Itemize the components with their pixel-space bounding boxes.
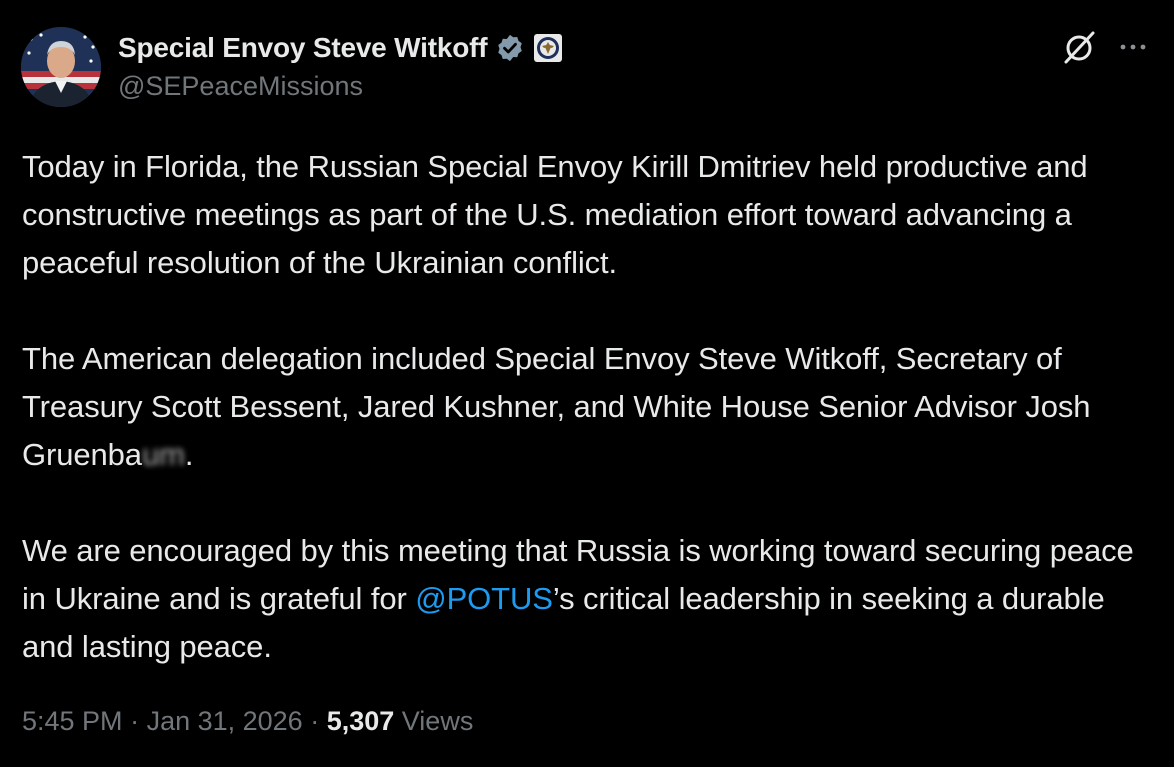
display-name[interactable]: Special Envoy Steve Witkoff <box>118 32 488 64</box>
tweet: Special Envoy Steve Witkoff @SEPeaceMiss… <box>0 0 1174 767</box>
profile-photo-icon <box>21 27 101 107</box>
more-options-icon[interactable] <box>1116 38 1150 56</box>
tweet-text: Today in Florida, the Russian Special En… <box>22 143 1142 671</box>
meta-separator: · <box>122 706 147 736</box>
timestamp-date[interactable]: Jan 31, 2026 <box>147 706 303 736</box>
state-department-seal-icon[interactable] <box>533 33 563 63</box>
author-name-row: Special Envoy Steve Witkoff <box>118 30 563 66</box>
tweet-paragraph-2: The American delegation included Special… <box>22 335 1142 479</box>
paragraph-2-end: . <box>184 437 194 472</box>
tweet-paragraph-1: Today in Florida, the Russian Special En… <box>22 149 1088 280</box>
tweet-paragraph-3: We are encouraged by this meeting that R… <box>22 527 1142 671</box>
mention-link[interactable]: @POTUS <box>415 581 553 616</box>
redacted-text: um <box>141 437 185 472</box>
views-label: Views <box>394 706 474 736</box>
avatar[interactable] <box>21 27 101 107</box>
tweet-meta: 5:45 PM · Jan 31, 2026 · 5,307 Views <box>22 701 473 741</box>
verified-badge-icon[interactable] <box>495 33 525 63</box>
grok-icon[interactable] <box>1060 28 1098 66</box>
meta-separator-2: · <box>302 706 327 736</box>
author-handle[interactable]: @SEPeaceMissions <box>118 71 363 102</box>
timestamp-time[interactable]: 5:45 PM <box>22 706 123 736</box>
views-count: 5,307 <box>326 706 395 736</box>
